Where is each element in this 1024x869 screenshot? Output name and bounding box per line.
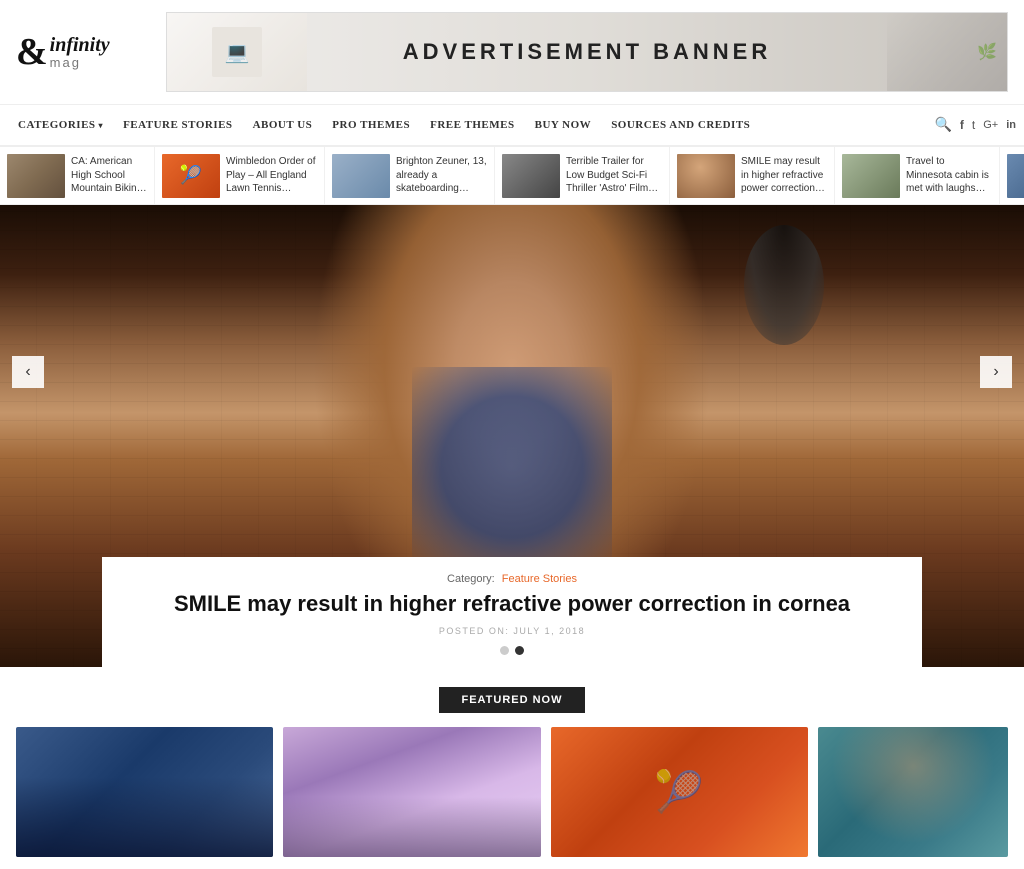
nav-item-sources-credits[interactable]: SOURCES AND CREDITS bbox=[601, 104, 760, 146]
ad-banner: 💻 ADVERTISEMENT BANNER 🌿 bbox=[166, 12, 1008, 92]
ticker-item-6[interactable]: Travel to Minnesota cabin is met with la… bbox=[835, 147, 1000, 204]
hero-title[interactable]: SMILE may result in higher refractive po… bbox=[132, 590, 892, 619]
hero-dot-1[interactable] bbox=[500, 646, 509, 655]
hero-category-link[interactable]: Feature Stories bbox=[502, 573, 577, 585]
hero-slider: ‹ › Category: Feature Stories SMILE may … bbox=[0, 205, 1024, 667]
ticker-thumb-7 bbox=[1007, 154, 1024, 198]
ticker-thumb-3 bbox=[332, 154, 390, 198]
nav-item-pro-themes[interactable]: PRO THEMES bbox=[322, 104, 420, 146]
ticker-item-5[interactable]: SMILE may result in higher refractive po… bbox=[670, 147, 835, 204]
nav-item-categories[interactable]: CATEGORIES ▾ bbox=[8, 104, 113, 146]
linkedin-icon[interactable]: in bbox=[1006, 119, 1016, 131]
ticker-title-1: CA: American High School Mountain Biking… bbox=[71, 155, 147, 196]
hero-overlay-card: Category: Feature Stories SMILE may resu… bbox=[102, 557, 922, 667]
ticker-item-2[interactable]: 🎾 Wimbledon Order of Play – All England … bbox=[155, 147, 325, 204]
section-title-bar: Featured Now bbox=[16, 687, 1008, 713]
featured-section: Featured Now 🎾 bbox=[0, 667, 1024, 869]
nav-item-free-themes[interactable]: FREE THEMES bbox=[420, 104, 524, 146]
hero-category-prefix: Category: bbox=[447, 573, 495, 585]
featured-card-4[interactable] bbox=[818, 727, 1008, 857]
ticker-title-4: Terrible Trailer for Low Budget Sci-Fi T… bbox=[566, 155, 662, 196]
ticker-title-6: Travel to Minnesota cabin is met with la… bbox=[906, 155, 992, 196]
hero-date: POSTED ON: JULY 1, 2018 bbox=[132, 626, 892, 636]
logo-text-block: infinity mag bbox=[50, 34, 110, 70]
ticker-item-3[interactable]: Brighton Zeuner, 13, already a skateboar… bbox=[325, 147, 495, 204]
nav-item-buy-now[interactable]: BUY NOW bbox=[525, 104, 602, 146]
news-ticker: CA: American High School Mountain Biking… bbox=[0, 147, 1024, 205]
ticker-item-7[interactable]: 20 of the best trips for solo trave... bbox=[1000, 147, 1024, 204]
ticker-item-1[interactable]: CA: American High School Mountain Biking… bbox=[0, 147, 155, 204]
hero-next-button[interactable]: › bbox=[980, 356, 1012, 388]
ticker-thumb-6 bbox=[842, 154, 900, 198]
nav-items: CATEGORIES ▾ FEATURE STORIES ABOUT US PR… bbox=[8, 105, 760, 145]
facebook-icon[interactable]: f bbox=[960, 118, 964, 132]
nav-item-about-us[interactable]: ABOUT US bbox=[243, 104, 323, 146]
ticker-title-2: Wimbledon Order of Play – All England La… bbox=[226, 155, 317, 196]
googleplus-icon[interactable]: G+ bbox=[983, 119, 998, 131]
chevron-right-icon: › bbox=[993, 363, 998, 381]
featured-card-3[interactable]: 🎾 bbox=[551, 727, 808, 857]
ticker-title-5: SMILE may result in higher refractive po… bbox=[741, 155, 827, 196]
ticker-title-3: Brighton Zeuner, 13, already a skateboar… bbox=[396, 155, 487, 196]
hero-prev-button[interactable]: ‹ bbox=[12, 356, 44, 388]
featured-grid: 🎾 bbox=[16, 727, 1008, 857]
hero-dots bbox=[132, 646, 892, 667]
site-header: & infinity mag 💻 ADVERTISEMENT BANNER 🌿 bbox=[0, 0, 1024, 105]
ticker-thumb-2: 🎾 bbox=[162, 154, 220, 198]
ad-banner-right-decor: 🌿 bbox=[887, 13, 1007, 91]
hero-dot-2[interactable] bbox=[515, 646, 524, 655]
logo-ampersand: & bbox=[16, 33, 48, 71]
logo-mag: mag bbox=[50, 56, 110, 70]
chevron-left-icon: ‹ bbox=[25, 363, 30, 381]
ad-banner-left-decor: 💻 bbox=[167, 13, 307, 91]
main-nav: CATEGORIES ▾ FEATURE STORIES ABOUT US PR… bbox=[0, 105, 1024, 147]
ticker-thumb-5 bbox=[677, 154, 735, 198]
logo[interactable]: & infinity mag bbox=[16, 33, 146, 71]
chevron-down-icon: ▾ bbox=[99, 121, 104, 130]
twitter-icon[interactable]: t bbox=[972, 118, 975, 132]
nav-social: 🔍 f t G+ in bbox=[934, 117, 1016, 134]
featured-card-2[interactable] bbox=[283, 727, 540, 857]
nav-item-feature-stories[interactable]: FEATURE STORIES bbox=[113, 104, 243, 146]
ticker-item-4[interactable]: Terrible Trailer for Low Budget Sci-Fi T… bbox=[495, 147, 670, 204]
ad-banner-text: ADVERTISEMENT BANNER bbox=[403, 39, 771, 65]
logo-title: infinity bbox=[50, 34, 110, 56]
hero-category-line: Category: Feature Stories bbox=[132, 573, 892, 585]
search-icon[interactable]: 🔍 bbox=[934, 117, 951, 134]
featured-now-label: Featured Now bbox=[439, 687, 584, 713]
featured-card-1[interactable] bbox=[16, 727, 273, 857]
ticker-thumb-1 bbox=[7, 154, 65, 198]
ticker-thumb-4 bbox=[502, 154, 560, 198]
